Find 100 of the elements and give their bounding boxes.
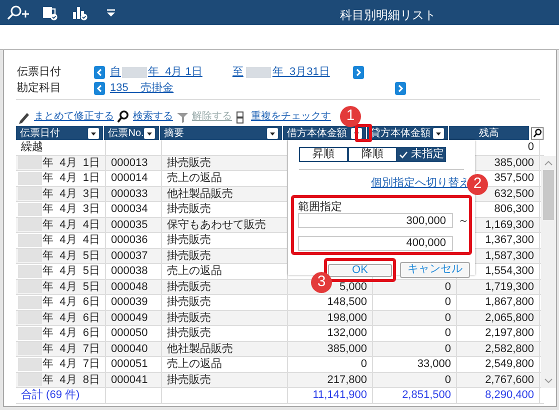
table-cell-text: 繰越 [21, 140, 43, 155]
table-cell-text: 売上の返品 [167, 357, 222, 372]
table-cell-text: 年 4月 8日 [42, 372, 100, 388]
account-link[interactable]: 135 売掛金 [110, 80, 380, 96]
action-link: 解除する [192, 110, 232, 124]
sort-option[interactable]: 未指定 [397, 147, 446, 162]
table-cell-text: 掛売販売 [167, 156, 211, 170]
table-cell-text: 0 [444, 342, 451, 356]
table-cell-text: 1,719,300 [485, 280, 534, 294]
table-cell-text: 1,587,300 [485, 248, 534, 264]
table-cell-text: 217,800 [327, 372, 367, 388]
table-cell-text: 000051 [111, 357, 148, 372]
table-cell-text: 806,300 [494, 202, 534, 217]
table-cell-text: 148,500 [327, 295, 367, 310]
table-cell-text: 掛売販売 [167, 326, 211, 341]
range-from-field[interactable]: 300,000 [298, 213, 453, 228]
table-cell-text: 年 4月 1日 [42, 171, 100, 186]
scroll-thumb[interactable] [543, 170, 554, 220]
table-cell-text: 売上の返品 [167, 264, 222, 279]
table-cell-text: 売上の返品 [167, 171, 222, 186]
table-cell-text: 000048 [111, 280, 148, 294]
clear-icon [176, 110, 189, 124]
table-cell-text: 33,000 [417, 357, 451, 372]
table-cell-text: 000049 [111, 310, 148, 326]
dropdown-icon[interactable] [106, 8, 116, 18]
table-cell-text: 年 4月 4日 [42, 233, 100, 248]
table-cell-text: 掛売販売 [167, 280, 211, 294]
table-cell-text: 132,000 [327, 326, 367, 341]
edit-icon [18, 110, 31, 124]
table-cell-text: 2,197,800 [485, 326, 534, 341]
column-header[interactable]: 伝票No. [104, 126, 160, 140]
window-title: 科目別明細リスト [340, 7, 436, 24]
sort-option[interactable]: 降順 [348, 147, 397, 162]
table-cell-text: 385,000 [494, 156, 534, 170]
table-cell-text: 5,000 [339, 280, 367, 294]
table-cell-text: 0 [360, 357, 367, 372]
table-cell-text: 年 4月 5日 [42, 280, 100, 294]
search-icon [117, 110, 130, 124]
table-cell-text: 000036 [111, 233, 148, 248]
scrollbar[interactable] [541, 156, 556, 388]
total-cell-text: 8,290,400 [485, 388, 534, 403]
next-button[interactable] [352, 66, 364, 78]
bar-chart-check-icon[interactable] [72, 4, 88, 20]
filter-label: 勘定科目 [16, 80, 62, 96]
table-cell-text: 1,554,300 [485, 264, 534, 279]
column-header[interactable]: 伝票日付 [16, 126, 104, 140]
action-link[interactable]: 重複をチェックす [251, 109, 331, 124]
table-cell-text: 1,867,800 [485, 295, 534, 310]
redaction-mark [122, 66, 147, 78]
column-header[interactable]: 借方本体金額 [283, 126, 367, 140]
ok-button[interactable]: OK [328, 264, 392, 276]
sort-option[interactable]: 昇順 [299, 147, 348, 162]
table-cell-text: 000037 [111, 248, 148, 264]
table-cell-text: 0 [444, 326, 451, 341]
table-cell-text: 年 4月 4日 [42, 218, 100, 232]
redaction-mark [246, 66, 272, 78]
table-cell-text: 000033 [111, 186, 148, 202]
table-cell-text: 掛売販売 [167, 202, 211, 217]
table-cell-text: 掛売販売 [167, 310, 211, 326]
action-link[interactable]: 検索する [133, 109, 173, 124]
table-cell-text: 年 4月 5日 [42, 248, 100, 264]
table-cell-text: 000035 [111, 218, 148, 232]
range-separator: ～ [458, 214, 469, 228]
table-cell-text: 年 4月 7日 [42, 357, 100, 372]
table-cell-text: 年 4月 6日 [42, 310, 100, 326]
filter-label: 伝票日付 [16, 64, 62, 80]
table-cell-text: 000038 [111, 264, 148, 279]
table-cell-text: 他社製品販売 [167, 186, 233, 202]
table-cell-text: 2,549,800 [485, 357, 534, 372]
dropdown-icon[interactable] [267, 128, 278, 138]
table-cell-text: 0 [444, 310, 451, 326]
table-cell-text: 0 [444, 372, 451, 388]
previous-button[interactable] [94, 66, 105, 78]
action-link[interactable]: まとめて修正する [34, 109, 114, 124]
table-cell-text: 年 4月 6日 [42, 326, 100, 341]
table-cell-text: 0 [444, 295, 451, 310]
search-add-icon[interactable] [6, 4, 32, 20]
table-cell-text: 0 [444, 280, 451, 294]
column-header[interactable]: 貸方本体金額 [366, 126, 449, 140]
table-cell-text: 0 [528, 140, 534, 155]
column-header[interactable]: 摘要 [160, 126, 284, 140]
table-cell-text: 掛売販売 [167, 372, 211, 388]
search-icon[interactable] [531, 126, 544, 140]
table-cell-text: 000013 [111, 156, 148, 170]
table-cell-text: 000034 [111, 202, 148, 217]
dropdown-icon[interactable] [432, 128, 444, 138]
table-cell-text: 385,000 [327, 342, 367, 356]
next-button[interactable] [395, 82, 406, 94]
column-header[interactable]: 残高 [448, 126, 530, 140]
range-to-field[interactable]: 400,000 [298, 236, 453, 251]
table-cell-text: 000040 [111, 342, 148, 356]
dropdown-icon[interactable] [88, 128, 100, 138]
total-cell-text: 11,141,900 [312, 388, 367, 403]
dropdown-icon[interactable] [144, 128, 155, 138]
document-check-icon[interactable] [42, 4, 58, 20]
previous-button[interactable] [94, 82, 105, 94]
table-cell-text: 年 4月 7日 [42, 342, 100, 356]
table-cell-text: 年 4月 5日 [42, 264, 100, 279]
cancel-button[interactable]: キャンセル [400, 262, 470, 278]
date-range-link[interactable]: 自 年 4月 1日 至 年 3月31日 [110, 64, 330, 80]
